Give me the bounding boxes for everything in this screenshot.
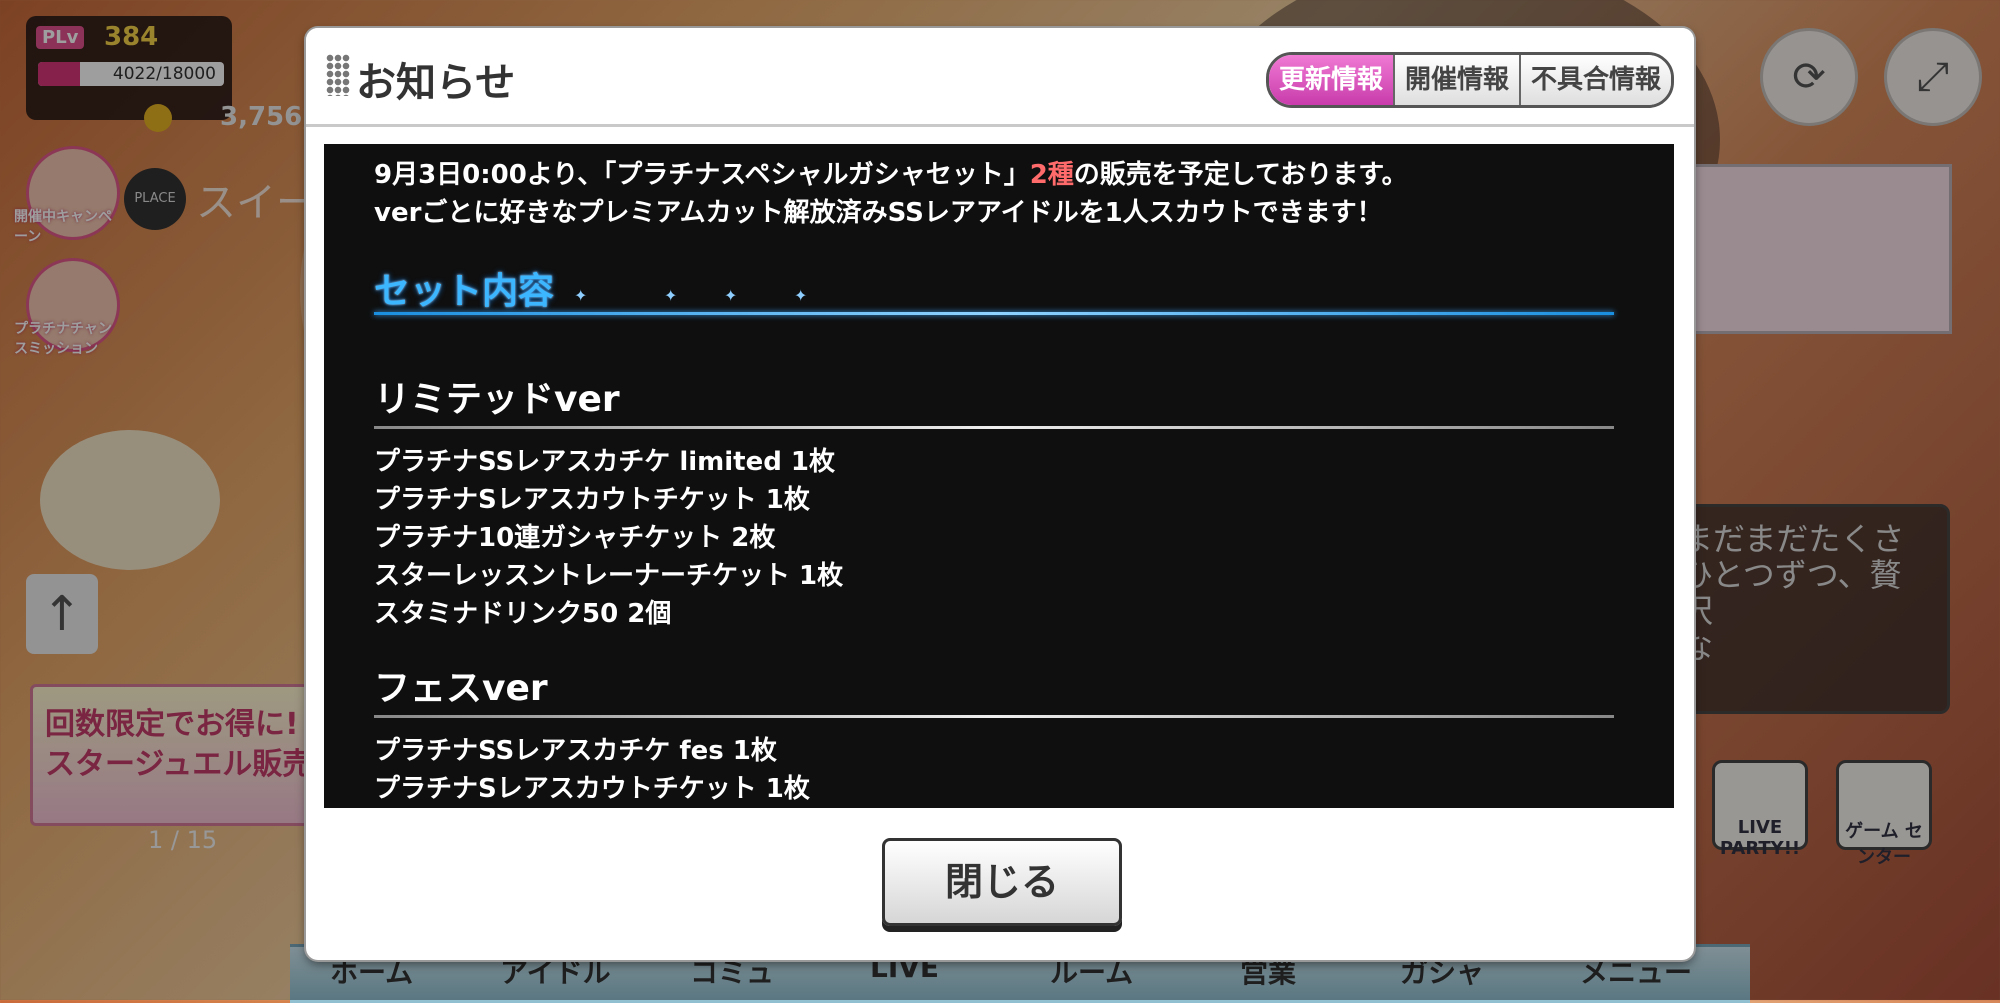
list-item: プラチナSレアスカウトチケット 1枚 xyxy=(374,774,810,804)
list-item: プラチナ10連ガシャチケット 2枚 xyxy=(374,523,776,553)
sparkle-icon: ✦ xyxy=(724,286,738,305)
sparkle-icon: ✦ xyxy=(794,286,808,305)
dialog-header: お知らせ 更新情報 開催情報 不具合情報 xyxy=(306,28,1694,127)
close-button[interactable]: 閉じる xyxy=(882,838,1122,926)
section-title: セット内容 xyxy=(374,271,555,312)
group-divider xyxy=(374,715,1614,718)
list-item: スタミナドリンク50 2個 xyxy=(374,599,672,629)
dots-icon xyxy=(326,54,350,96)
tab-update-info[interactable]: 更新情報 xyxy=(1268,55,1393,105)
group-title-limited: リミテッドver xyxy=(374,379,620,420)
notice-content[interactable]: 9月3日0:00より、「プラチナスペシャルガシャセット」2種の販売を予定しており… xyxy=(324,144,1674,808)
group-divider xyxy=(374,426,1614,429)
intro-highlight: 2種 xyxy=(1029,160,1074,190)
item-list-fes: プラチナSSレアスカチケ fes 1枚 プラチナSレアスカウトチケット 1枚 xyxy=(374,732,1614,808)
intro-line-1: 9月3日0:00より、「プラチナスペシャルガシャセット」2種の販売を予定しており… xyxy=(374,156,1614,194)
list-item: プラチナSSレアスカチケ limited 1枚 xyxy=(374,447,835,477)
section-divider xyxy=(374,312,1614,315)
group-title-fes: フェスver xyxy=(374,668,548,709)
list-item: プラチナSSレアスカチケ fes 1枚 xyxy=(374,736,777,766)
notice-body: 9月3日0:00より、「プラチナスペシャルガシャセット」2種の販売を予定しており… xyxy=(374,156,1614,808)
dialog-footer: 閉じる xyxy=(306,818,1694,960)
sparkle-icon: ✦ xyxy=(574,286,588,305)
tab-event-info[interactable]: 開催情報 xyxy=(1392,55,1519,105)
dialog-title: お知らせ xyxy=(356,60,516,106)
intro-text-b: の販売を予定しております。 xyxy=(1073,160,1408,190)
list-item: スターレッスントレーナーチケット 1枚 xyxy=(374,561,844,591)
section-header: セット内容 ✦ ✦ ✦ ✦ xyxy=(374,262,1614,316)
intro-text-a: 9月3日0:00より、「プラチナスペシャルガシャセット」 xyxy=(374,160,1030,190)
sparkle-icon: ✦ xyxy=(664,286,678,305)
notice-tabs: 更新情報 開催情報 不具合情報 xyxy=(1265,52,1674,108)
intro-line-2: verごとに好きなプレミアムカット解放済みSSレアアイドルを1人スカウトできます… xyxy=(374,198,1383,228)
list-item: プラチナSレアスカウトチケット 1枚 xyxy=(374,485,810,515)
tab-bug-info[interactable]: 不具合情報 xyxy=(1518,55,1671,105)
notice-dialog: お知らせ 更新情報 開催情報 不具合情報 9月3日0:00より、「プラチナスペシ… xyxy=(306,28,1694,960)
item-list-limited: プラチナSSレアスカチケ limited 1枚 プラチナSレアスカウトチケット … xyxy=(374,443,1614,633)
